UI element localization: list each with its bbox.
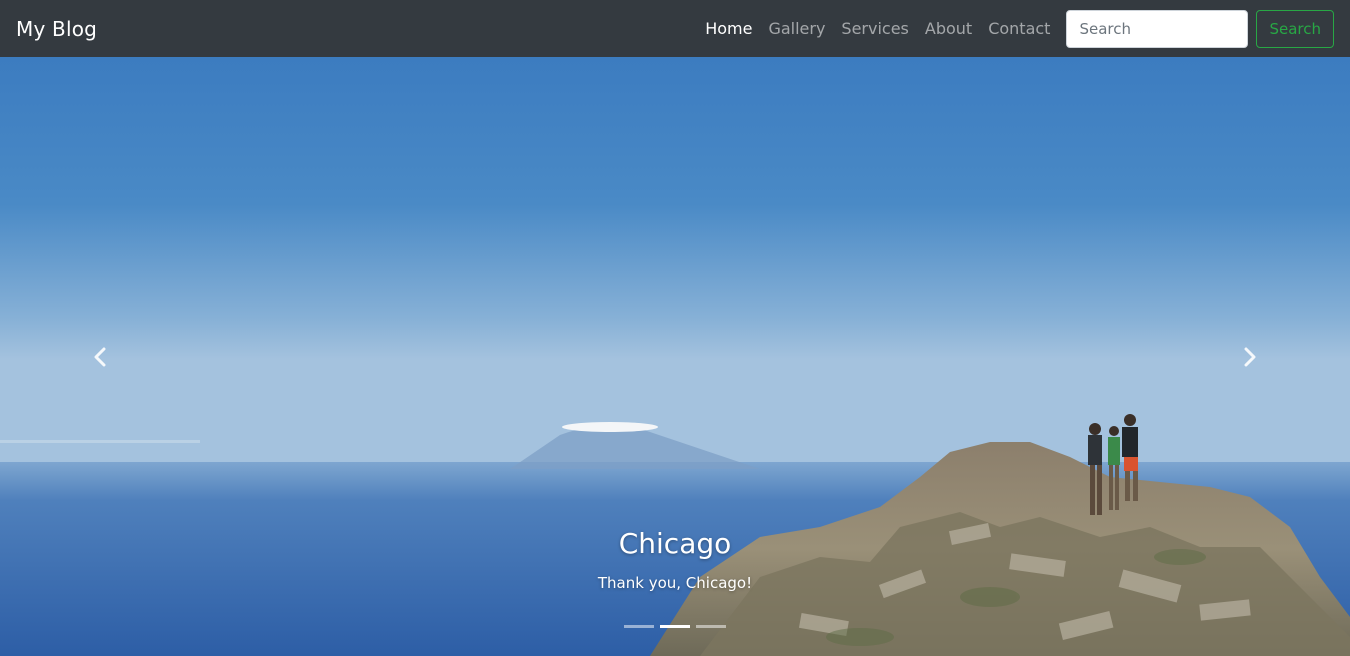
search-input[interactable] bbox=[1066, 9, 1249, 48]
brand-logo[interactable]: My Blog bbox=[16, 17, 97, 41]
nav-link-about[interactable]: About bbox=[917, 19, 980, 38]
caption-title: Chicago bbox=[618, 527, 732, 560]
carousel-indicator-2[interactable] bbox=[660, 625, 690, 628]
carousel-indicators bbox=[0, 625, 1350, 628]
navbar-right: Home Gallery Services About Contact Sear… bbox=[697, 9, 1334, 48]
caption-text: Thank you, Chicago! bbox=[597, 574, 753, 592]
nav-links: Home Gallery Services About Contact bbox=[697, 19, 1058, 38]
carousel-indicator-1[interactable] bbox=[624, 625, 654, 628]
chevron-right-icon bbox=[1244, 347, 1256, 366]
top-navbar: My Blog Home Gallery Services About Cont… bbox=[0, 0, 1350, 57]
carousel-indicator-3[interactable] bbox=[696, 625, 726, 628]
nav-link-gallery[interactable]: Gallery bbox=[760, 19, 833, 38]
nav-link-services[interactable]: Services bbox=[833, 19, 916, 38]
nav-link-home[interactable]: Home bbox=[697, 19, 760, 38]
search-button[interactable]: Search bbox=[1256, 9, 1334, 48]
hero-carousel: Chicago Thank you, Chicago! bbox=[0, 57, 1350, 656]
nav-link-contact[interactable]: Contact bbox=[980, 19, 1058, 38]
chevron-left-icon bbox=[94, 347, 106, 366]
carousel-caption: Chicago Thank you, Chicago! bbox=[0, 527, 1350, 592]
